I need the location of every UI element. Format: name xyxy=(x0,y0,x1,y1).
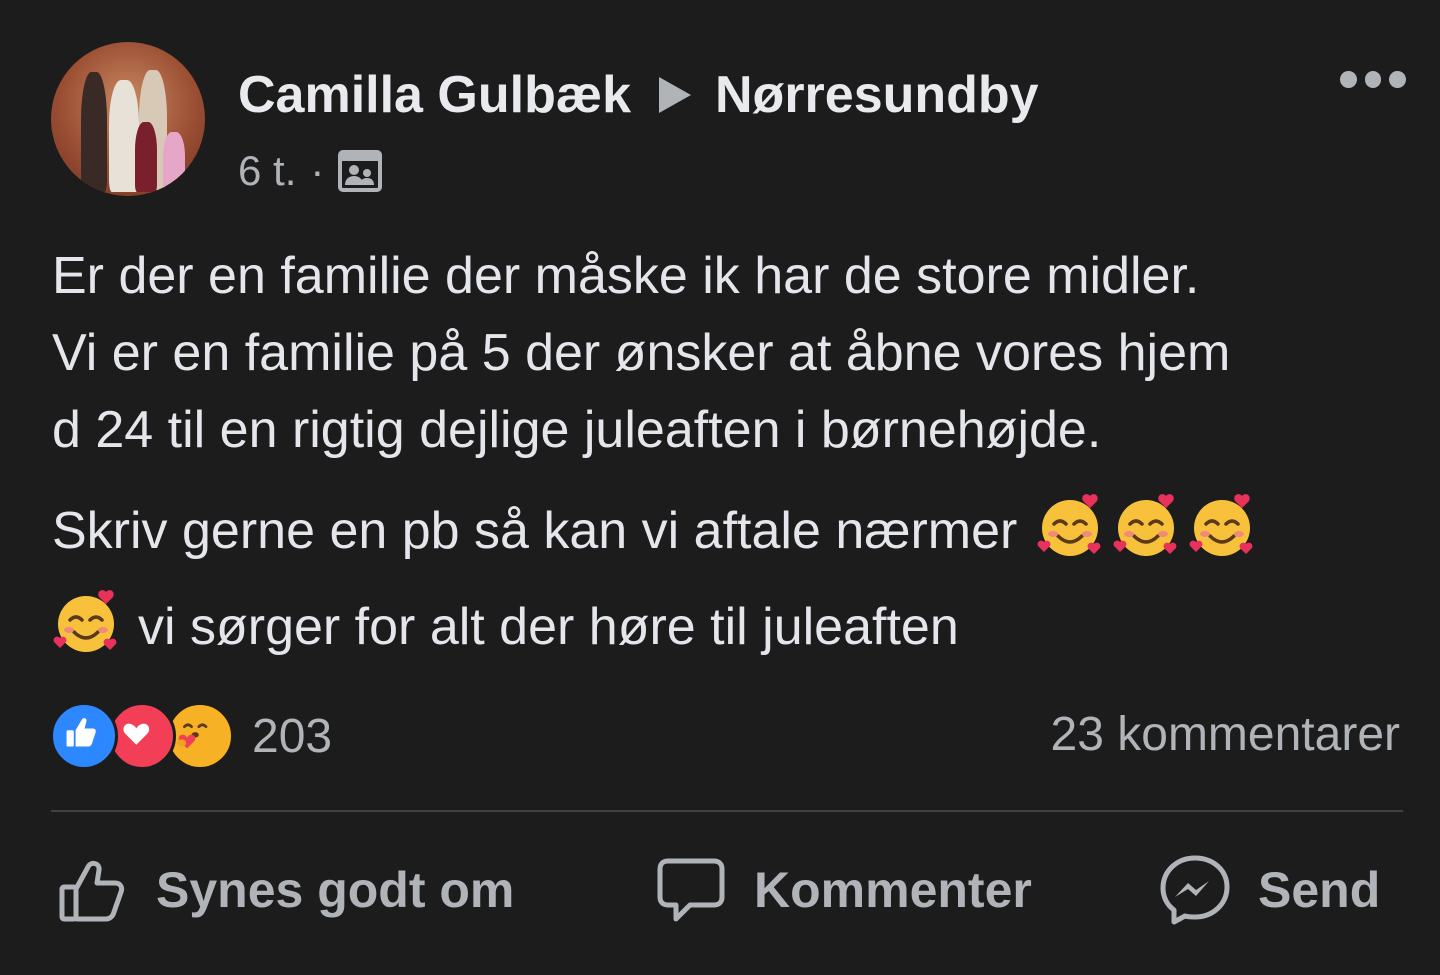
author-name[interactable]: Camilla Gulbæk xyxy=(238,65,631,125)
smiling-face-with-hearts-icon xyxy=(1037,494,1101,556)
divider xyxy=(51,810,1403,812)
post-meta: 6 t. · xyxy=(238,145,383,197)
post-text-line: Skriv gerne en pb så kan vi aftale nærme… xyxy=(52,502,1018,560)
smiling-face-with-hearts-icon xyxy=(1113,494,1177,556)
love-reaction-icon xyxy=(108,702,176,770)
post-text-line: vi sørger for alt der høre til juleaften xyxy=(138,598,959,656)
meta-separator: · xyxy=(310,147,325,194)
comment-button[interactable]: Kommenter xyxy=(654,840,1032,940)
comments-count[interactable]: 23 kommentarer xyxy=(1051,707,1400,762)
group-icon xyxy=(338,150,383,192)
reaction-count[interactable]: 203 xyxy=(252,709,332,764)
comment-button-label: Kommenter xyxy=(754,862,1032,918)
post-header: Camilla Gulbæk Nørresundby xyxy=(238,62,1039,128)
group-name[interactable]: Nørresundby xyxy=(715,65,1039,125)
send-button-label: Send xyxy=(1258,862,1381,918)
post-text-line: Vi er en familie på 5 der ønsker at åbne… xyxy=(52,324,1231,382)
thumbs-up-icon xyxy=(59,860,125,922)
messenger-icon xyxy=(1160,855,1230,925)
send-button[interactable]: Send xyxy=(1158,840,1380,940)
post-body: Er der en familie der måske ik har de st… xyxy=(52,238,1412,675)
post-card: Camilla Gulbæk Nørresundby 6 t. · Er der… xyxy=(0,0,1440,975)
more-options-icon[interactable] xyxy=(1340,66,1407,92)
smiling-face-with-hearts-icon xyxy=(1189,494,1253,556)
smiling-face-with-hearts-icon xyxy=(53,590,117,652)
action-bar: Synes godt om Kommenter Send xyxy=(0,840,1440,940)
post-text-line: d 24 til en rigtig dejlige juleaften i b… xyxy=(52,401,1102,459)
avatar[interactable] xyxy=(51,42,205,196)
like-button[interactable]: Synes godt om xyxy=(56,840,514,940)
like-button-label: Synes godt om xyxy=(156,862,515,918)
post-text-line: Er der en familie der måske ik har de st… xyxy=(52,247,1200,305)
timestamp[interactable]: 6 t. xyxy=(238,147,296,195)
care-reaction-icon xyxy=(166,702,234,770)
like-reaction-icon xyxy=(50,702,118,770)
comment-icon xyxy=(657,858,725,922)
reactions-summary[interactable]: 203 xyxy=(50,702,332,770)
arrow-right-icon xyxy=(659,77,691,113)
